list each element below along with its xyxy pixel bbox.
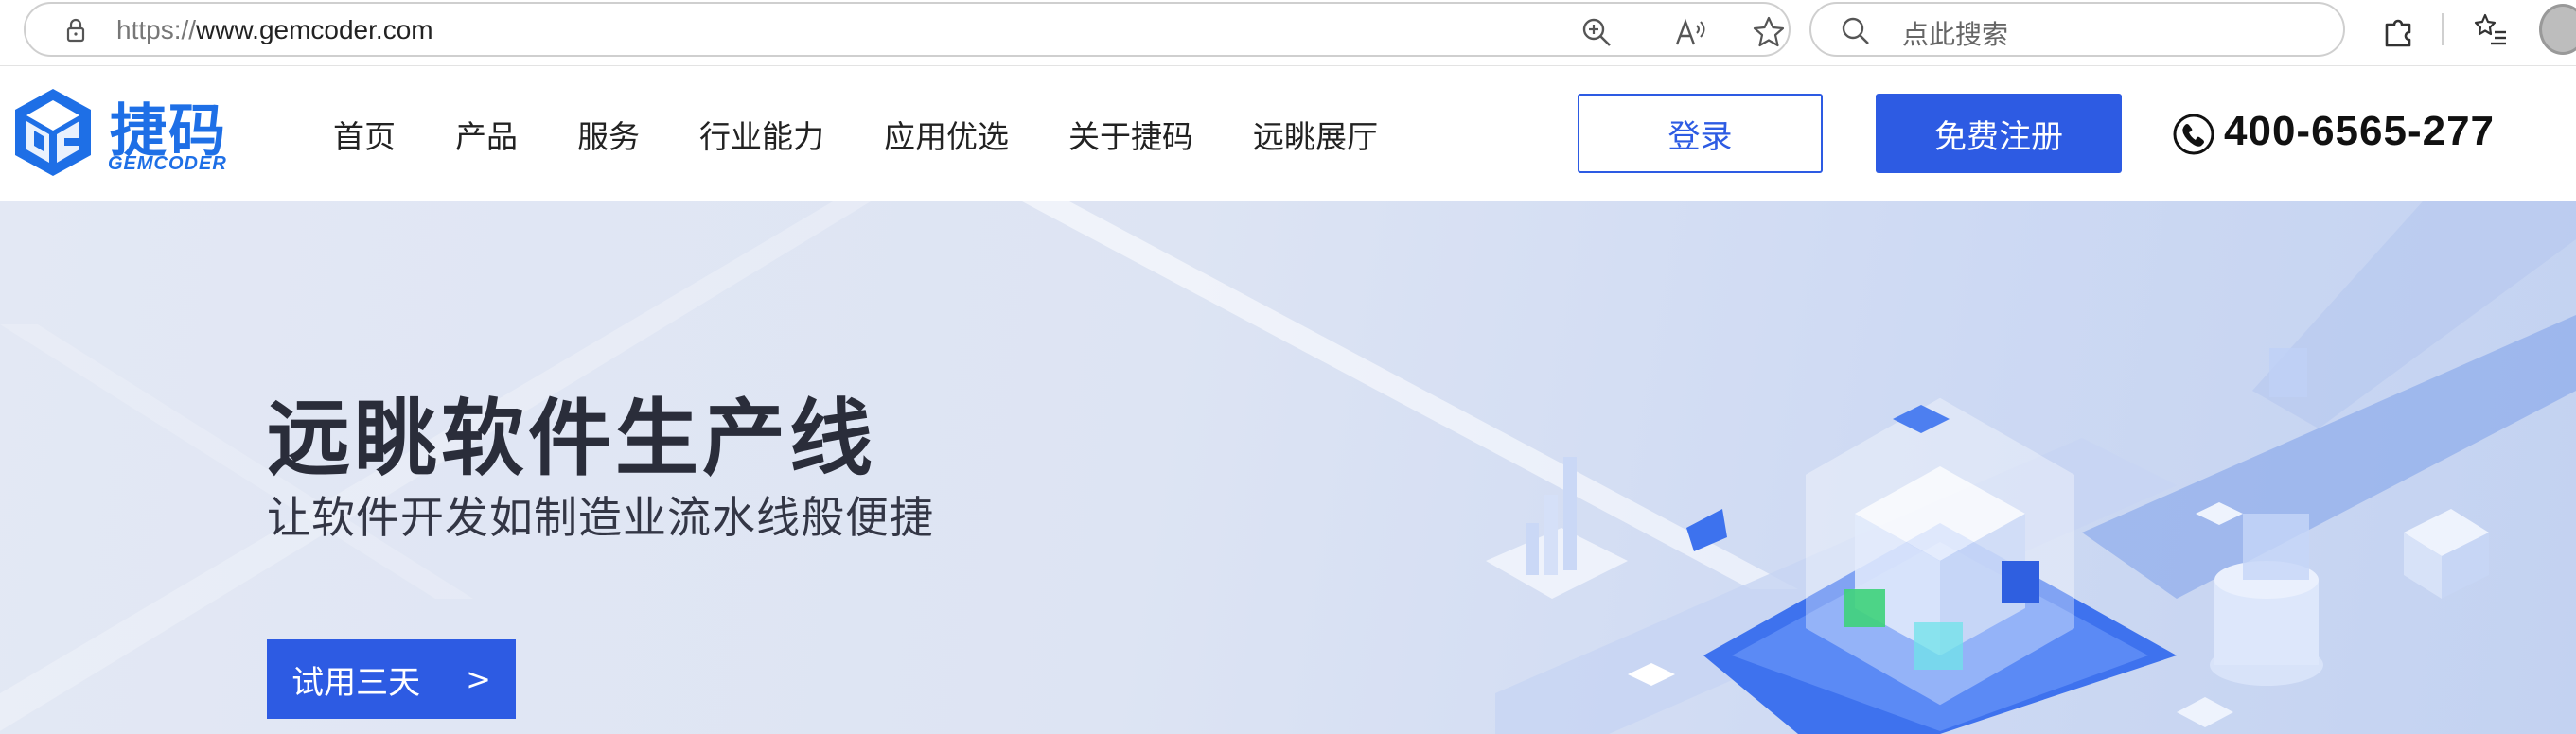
browser-toolbar: https://www.gemcoder.com 点此搜索 — [0, 0, 2576, 66]
profile-avatar[interactable] — [2539, 4, 2576, 55]
logo-cube-icon — [15, 89, 91, 176]
extensions-icon[interactable] — [2377, 9, 2419, 51]
hero-subtitle: 让软件开发如制造业流水线般便捷 — [267, 492, 934, 543]
site-header: 捷码 GEMCODER 首页 产品 服务 行业能力 应用优选 关于捷码 远眺展厅… — [0, 66, 2576, 201]
favorites-list-icon[interactable] — [2470, 9, 2512, 51]
login-button[interactable]: 登录 — [1578, 94, 1823, 173]
search-icon — [1842, 17, 1869, 44]
toolbar-divider — [2442, 13, 2444, 45]
address-bar[interactable]: https://www.gemcoder.com — [24, 2, 1791, 57]
favorite-star-icon[interactable] — [1750, 13, 1788, 51]
hero-title: 远眺软件生产线 — [267, 390, 877, 487]
nav-item-apps[interactable]: 应用优选 — [884, 112, 1009, 157]
main-nav: 首页 产品 服务 行业能力 应用优选 关于捷码 远眺展厅 — [333, 112, 1438, 157]
register-button[interactable]: 免费注册 — [1876, 94, 2122, 173]
chevron-right-icon: > — [466, 661, 491, 697]
nav-item-about[interactable]: 关于捷码 — [1068, 112, 1193, 157]
nav-item-home[interactable]: 首页 — [333, 112, 396, 157]
url-text[interactable]: https://www.gemcoder.com — [116, 15, 433, 45]
nav-item-showroom[interactable]: 远眺展厅 — [1253, 112, 1378, 157]
nav-item-products[interactable]: 产品 — [455, 112, 518, 157]
hero-banner: 远眺软件生产线 让软件开发如制造业流水线般便捷 试用三天 > — [0, 201, 2576, 734]
logo-english-text: GEMCODER — [108, 153, 227, 174]
nav-item-services[interactable]: 服务 — [577, 112, 640, 157]
gemcoder-logo[interactable]: 捷码 GEMCODER — [9, 85, 256, 184]
url-protocol: https:// — [116, 15, 197, 44]
read-aloud-icon[interactable] — [1672, 13, 1710, 51]
url-host: www.gemcoder.com — [196, 15, 433, 44]
lock-icon[interactable] — [62, 16, 90, 44]
trial-button[interactable]: 试用三天 > — [267, 639, 516, 719]
nav-item-industry[interactable]: 行业能力 — [699, 112, 824, 157]
search-placeholder: 点此搜索 — [1902, 19, 2009, 50]
browser-search-box[interactable]: 点此搜索 — [1809, 2, 2345, 57]
trial-button-label: 试用三天 — [291, 663, 421, 702]
phone-icon — [2173, 114, 2214, 155]
zoom-icon[interactable] — [1578, 13, 1615, 51]
phone-number: 400-6565-277 — [2224, 108, 2496, 154]
